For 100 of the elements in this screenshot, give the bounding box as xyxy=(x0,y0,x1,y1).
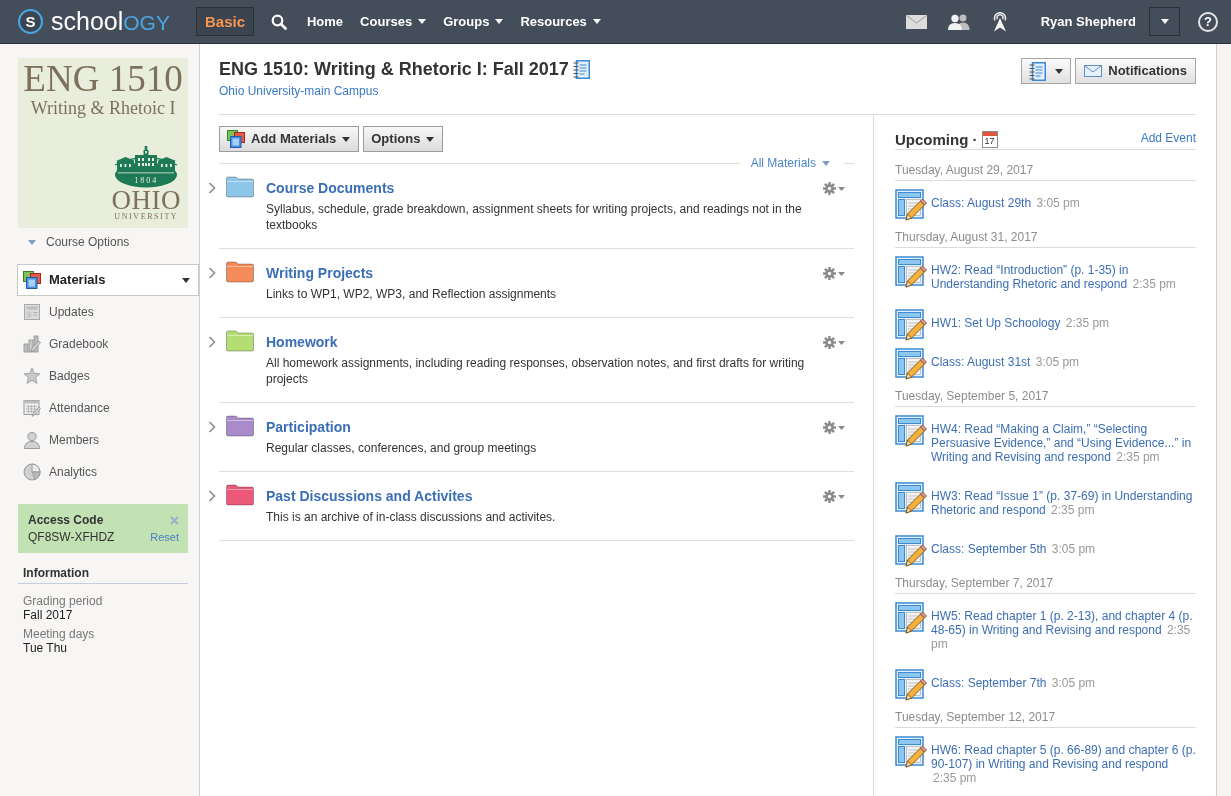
event-link[interactable]: HW3: Read “Issue 1” (p. 37-69) in Understanding Rhetoric and respond 2:35 pm xyxy=(931,489,1196,517)
folder-icon[interactable] xyxy=(225,330,255,352)
event-link[interactable]: Class: August 31st 3:05 pm xyxy=(931,355,1196,369)
caret-icon xyxy=(838,186,845,191)
folder-settings-button[interactable] xyxy=(823,267,845,280)
folder-icon[interactable] xyxy=(225,261,255,283)
add-materials-button[interactable]: Add Materials xyxy=(219,126,360,152)
user-menu-button[interactable] xyxy=(1149,7,1180,36)
course-image-title: ENG 1510 xyxy=(23,61,183,97)
caret-icon xyxy=(342,136,351,142)
event-link[interactable]: HW2: Read “Introduction” (p. 1-35) in Understanding Rhetoric and respond 2:35 pm xyxy=(931,263,1196,291)
mail-icon[interactable] xyxy=(905,14,927,29)
chevron-right-icon[interactable] xyxy=(208,336,216,348)
gear-icon xyxy=(823,421,836,434)
event-link[interactable]: Class: September 5th 3:05 pm xyxy=(931,542,1196,556)
folder-icon[interactable] xyxy=(225,176,255,198)
stacked-squares-icon xyxy=(23,271,41,289)
form-pencil-icon xyxy=(895,309,927,341)
course-options-button[interactable]: Course Options xyxy=(28,235,130,249)
sidebar-item[interactable]: Analytics xyxy=(17,456,199,488)
folder-icon[interactable] xyxy=(225,484,255,506)
star-icon xyxy=(23,367,41,385)
pie-chart-icon xyxy=(23,463,41,481)
document-icon xyxy=(23,303,41,321)
form-pencil-icon xyxy=(895,736,927,768)
options-button[interactable]: Options xyxy=(363,126,444,152)
logo-icon[interactable]: S xyxy=(18,9,43,34)
course-image-subtitle: Writing & Rhetoic I xyxy=(30,98,176,118)
date-heading: Tuesday, August 29, 2017 xyxy=(895,163,1196,181)
calendar-grid-pencil-icon xyxy=(23,399,41,417)
access-code-title: Access Code xyxy=(28,513,104,527)
chevron-right-icon[interactable] xyxy=(208,490,216,502)
folder-title[interactable]: Homework xyxy=(266,333,823,351)
folder-settings-button[interactable] xyxy=(823,421,845,434)
bar-chart-pencil-icon xyxy=(23,335,41,353)
folder-description: All homework assignments, including reading responses, observation notes, and first drafts for writing projects xyxy=(266,355,806,387)
user-name-link[interactable]: Ryan Shepherd xyxy=(1040,15,1136,28)
caret-icon xyxy=(592,19,601,24)
caret-icon xyxy=(838,271,845,276)
add-event-link[interactable]: Add Event xyxy=(1140,130,1196,146)
sidebar-item[interactable]: Badges xyxy=(17,360,199,392)
caret-icon xyxy=(1055,68,1064,74)
event-link[interactable]: HW5: Read chapter 1 (p. 2-13), and chapter 4 (p. 48-65) in Writing and Revising and respond 2:35 pm xyxy=(931,609,1196,651)
folder-title[interactable]: Participation xyxy=(266,418,823,436)
event-link[interactable]: Class: August 29th 3:05 pm xyxy=(931,196,1196,210)
folder-description: Links to WP1, WP2, WP3, and Reflection assignments xyxy=(266,286,558,302)
calendar-icon[interactable]: 17 xyxy=(981,131,998,148)
caret-icon xyxy=(838,425,845,430)
event-link[interactable]: HW6: Read chapter 5 (p. 66-89) and chapter 6 (p. 90-107) in Writing and Revising and respond 2:35 pm xyxy=(931,743,1196,785)
campus-link[interactable]: Ohio University-main Campus xyxy=(219,84,590,98)
caret-icon xyxy=(426,136,435,142)
folder-title[interactable]: Course Documents xyxy=(266,179,823,197)
field-label: Meeting days xyxy=(22,627,96,641)
form-pencil-icon xyxy=(895,415,927,447)
folder-icon[interactable] xyxy=(225,415,255,437)
nav-link[interactable]: Groups xyxy=(443,15,504,28)
caret-icon xyxy=(28,239,36,245)
folder-settings-button[interactable] xyxy=(823,336,845,349)
event-link[interactable]: HW4: Read “Making a Claim,” “Selecting Persuasive Evidence,” and “Using Evidence...” in Writing and Revising and respond 2:35 pm xyxy=(931,422,1196,464)
folder-description: This is an archive of in-class discussions and activites. xyxy=(266,509,557,525)
field-value: Tue Thu xyxy=(22,641,69,655)
event-link[interactable]: Class: September 7th 3:05 pm xyxy=(931,676,1196,690)
date-heading: Thursday, September 7, 2017 xyxy=(895,576,1196,594)
caret-icon xyxy=(418,19,427,24)
form-pencil-icon xyxy=(895,669,927,701)
logo-wordmark[interactable]: schoolOGY xyxy=(51,9,170,34)
caret-icon xyxy=(1160,19,1169,24)
notifications-button[interactable]: Notifications xyxy=(1075,58,1196,84)
form-pencil-icon xyxy=(895,482,927,514)
folder-title[interactable]: Past Discussions and Activites xyxy=(266,487,823,505)
caret-icon xyxy=(495,19,504,24)
help-button[interactable]: ? xyxy=(1198,11,1218,32)
sidebar-item[interactable]: Gradebook xyxy=(17,328,199,360)
chevron-right-icon[interactable] xyxy=(208,421,216,433)
event-link[interactable]: HW1: Set Up Schoology 2:35 pm xyxy=(931,316,1196,330)
sidebar-item[interactable]: Materials xyxy=(17,264,199,296)
people-icon[interactable] xyxy=(947,13,970,30)
mode-button[interactable]: Basic xyxy=(195,7,254,36)
notebook-menu-button[interactable] xyxy=(1021,58,1072,84)
chevron-right-icon[interactable] xyxy=(208,267,216,279)
nav-link[interactable]: Courses xyxy=(360,15,427,28)
gear-icon xyxy=(823,336,836,349)
folder-title[interactable]: Writing Projects xyxy=(266,264,823,282)
filter-dropdown[interactable]: All Materials xyxy=(750,156,830,170)
search-icon[interactable] xyxy=(271,13,287,30)
folder-settings-button[interactable] xyxy=(823,490,845,503)
folder-settings-button[interactable] xyxy=(823,182,845,195)
chevron-right-icon[interactable] xyxy=(208,182,216,194)
sidebar-item[interactable]: Members xyxy=(17,424,199,456)
nav-link[interactable]: Resources xyxy=(520,15,601,28)
caret-icon xyxy=(838,494,845,499)
nav-link[interactable]: Home xyxy=(307,15,344,28)
form-pencil-icon xyxy=(895,535,927,567)
gear-icon xyxy=(823,490,836,503)
upcoming-heading: Upcoming · xyxy=(895,130,978,149)
sidebar-item[interactable]: Updates xyxy=(17,296,199,328)
field-label: Grading period xyxy=(22,594,104,608)
form-pencil-icon xyxy=(895,348,927,380)
caret-icon xyxy=(838,340,845,345)
sidebar-item[interactable]: Attendance xyxy=(17,392,199,424)
